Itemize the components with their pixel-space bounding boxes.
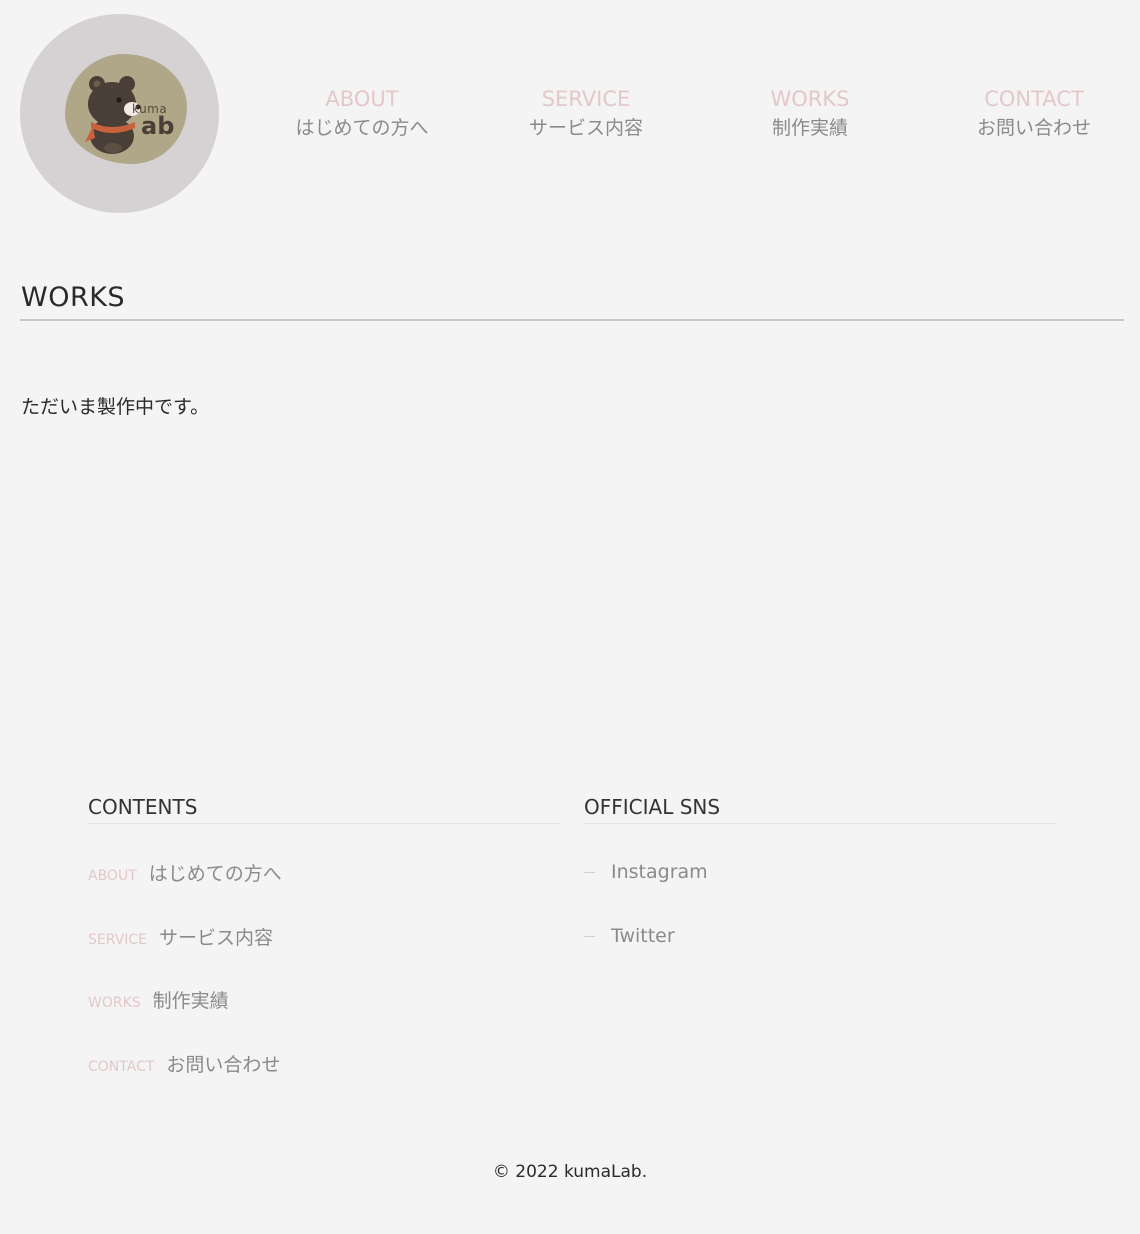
nav-item-service[interactable]: SERVICE サービス内容 <box>474 85 698 141</box>
logo-text-ab: ab <box>141 112 175 140</box>
nav-item-works[interactable]: WORKS 制作実績 <box>698 85 922 141</box>
dash-icon <box>584 872 595 873</box>
nav-item-contact[interactable]: CONTACT お問い合わせ <box>922 85 1140 141</box>
nav-item-label-jp: 制作実績 <box>771 117 848 139</box>
nav-item-label-jp: はじめての方へ <box>295 117 429 139</box>
nav-item-label-en: ABOUT <box>325 87 399 111</box>
footer-sns-divider <box>584 823 1056 824</box>
sns-link-twitter[interactable]: Twitter <box>584 925 675 947</box>
footer-link-works[interactable]: WORKS 制作実績 <box>88 986 229 1013</box>
nav-item-label-en: WORKS <box>770 87 850 111</box>
under-construction-message: ただいま製作中です。 <box>21 396 210 418</box>
page: kuma ab ABOUT はじめての方へ SERVICE サービス内容 WOR… <box>0 0 1140 1234</box>
nav-item-label-en: CONTACT <box>984 87 1084 111</box>
sns-link-label: Instagram <box>611 861 708 883</box>
footer-link-label-en: CONTACT <box>88 1059 155 1075</box>
nav-item-label-jp: お問い合わせ <box>976 117 1091 139</box>
footer-contents-heading: CONTENTS <box>88 795 198 819</box>
footer-link-label-en: SERVICE <box>88 932 148 948</box>
footer-link-about[interactable]: ABOUT はじめての方へ <box>88 859 282 886</box>
footer-sns-heading: OFFICIAL SNS <box>584 795 721 819</box>
footer-link-label-en: ABOUT <box>88 868 137 884</box>
footer-link-service[interactable]: SERVICE サービス内容 <box>88 923 273 950</box>
title-divider <box>20 319 1124 321</box>
site-logo[interactable]: kuma ab <box>20 14 219 213</box>
footer-link-contact[interactable]: CONTACT お問い合わせ <box>88 1050 280 1077</box>
footer-link-label-jp: はじめての方へ <box>148 863 282 885</box>
copyright: © 2022 kumaLab. <box>492 1162 648 1182</box>
nav-item-label-en: SERVICE <box>541 87 631 111</box>
footer-link-label-jp: お問い合わせ <box>166 1054 281 1076</box>
page-title: WORKS <box>21 282 126 313</box>
nav-item-label-jp: サービス内容 <box>528 117 643 139</box>
footer-link-label-jp: 制作実績 <box>152 990 229 1012</box>
footer-link-label-jp: サービス内容 <box>159 927 274 949</box>
footer-link-label-en: WORKS <box>88 995 141 1011</box>
sns-link-label: Twitter <box>611 925 675 947</box>
nav-item-about[interactable]: ABOUT はじめての方へ <box>250 85 474 141</box>
footer-contents-divider <box>88 823 560 824</box>
site-header: kuma ab ABOUT はじめての方へ SERVICE サービス内容 WOR… <box>0 0 1140 230</box>
dash-icon <box>584 936 595 937</box>
sns-link-instagram[interactable]: Instagram <box>584 861 708 883</box>
